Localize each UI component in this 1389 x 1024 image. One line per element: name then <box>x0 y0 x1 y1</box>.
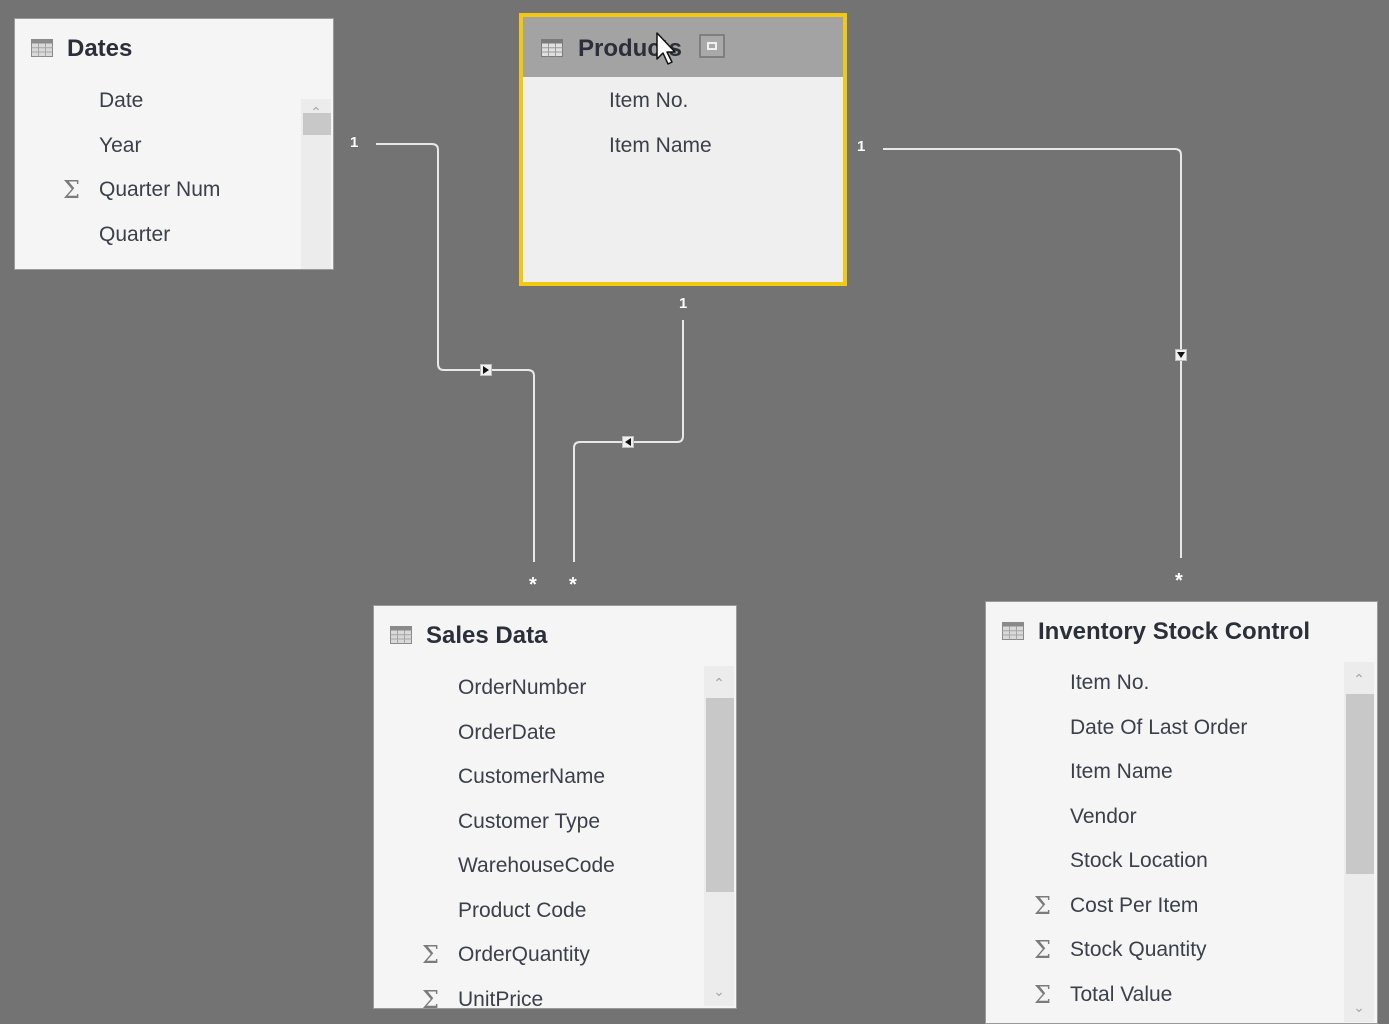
cardinality-many-inventory: * <box>1175 570 1183 592</box>
field-row[interactable]: Item No. <box>986 663 1377 708</box>
sigma-icon: Σ <box>1034 936 1051 964</box>
table-card-products[interactable]: Products Item No. Item Name <box>519 13 847 286</box>
field-row[interactable]: OrderNumber <box>374 668 736 713</box>
table-header[interactable]: Dates <box>15 19 333 79</box>
arrow-down-icon <box>1177 352 1185 358</box>
field-name: Vendor <box>1070 804 1137 828</box>
field-name: OrderDate <box>458 720 557 744</box>
sigma-icon: Σ <box>422 985 439 1009</box>
table-icon <box>31 39 53 57</box>
field-name: Item No. <box>609 89 689 112</box>
scrollbar-thumb[interactable] <box>303 113 331 135</box>
field-name: Item Name <box>1070 760 1173 783</box>
field-row[interactable]: CustomerName <box>374 757 736 802</box>
cardinality-one-products-sales: 1 <box>679 295 688 312</box>
field-row[interactable]: Item No. <box>523 81 843 126</box>
field-name: Customer Type <box>458 809 601 833</box>
filter-direction-marker-dates-sales[interactable] <box>480 364 492 376</box>
table-card-dates[interactable]: Dates Date Year Σ Quarter Num Quarter ⌃ ⌄ <box>14 18 334 270</box>
sigma-icon: Σ <box>63 176 80 204</box>
filter-direction-marker-products-inventory[interactable] <box>1175 349 1187 361</box>
field-name: Cost Per Item <box>1070 893 1199 917</box>
chevron-down-icon[interactable]: ⌄ <box>301 259 331 269</box>
table-card-inventory-stock-control[interactable]: Inventory Stock Control Item No. Date Of… <box>985 601 1378 1024</box>
field-name: Item Name <box>609 133 712 157</box>
field-row[interactable]: Σ Stock Quantity <box>986 930 1377 975</box>
sigma-icon: Σ <box>1034 891 1051 920</box>
field-name: Date <box>99 89 144 112</box>
field-row[interactable]: OrderDate <box>374 713 736 758</box>
field-name: Stock Quantity <box>1070 938 1207 961</box>
field-list: Date Year Σ Quarter Num Quarter <box>15 81 333 259</box>
relationship-line-dates-sales <box>376 143 535 562</box>
filter-direction-marker-products-sales[interactable] <box>622 436 634 448</box>
table-title: Inventory Stock Control <box>1038 618 1311 645</box>
field-name: Total Value <box>1070 982 1173 1006</box>
field-name: Quarter Num <box>99 178 221 201</box>
field-row[interactable]: Date Of Last Order <box>986 708 1377 753</box>
field-name: Item No. <box>1070 671 1150 694</box>
field-row[interactable]: Customer Type <box>374 802 736 847</box>
scrollbar[interactable]: ⌃ ⌄ <box>704 666 734 1006</box>
field-row[interactable]: Date <box>15 81 333 126</box>
field-row[interactable]: Σ Quarter Num <box>15 170 333 215</box>
field-row[interactable]: Σ Cost Per Item <box>986 886 1377 931</box>
field-name: OrderQuantity <box>458 943 590 966</box>
field-name: UnitPrice <box>458 987 544 1009</box>
field-name: Year <box>99 133 142 157</box>
field-row[interactable]: Σ OrderQuantity <box>374 935 736 980</box>
cardinality-one-products-inventory: 1 <box>857 138 866 155</box>
table-header[interactable]: Inventory Stock Control <box>986 602 1377 662</box>
relationship-line-products-inventory <box>883 148 1182 558</box>
scrollbar[interactable]: ⌃ ⌄ <box>1344 662 1374 1022</box>
table-header[interactable]: Products <box>523 17 843 77</box>
field-row[interactable]: Item Name <box>523 126 843 171</box>
field-row[interactable]: Product Code <box>374 891 736 936</box>
sigma-icon: Σ <box>422 941 439 969</box>
field-list: Item No. Item Name <box>523 81 843 170</box>
field-row[interactable]: Quarter <box>15 215 333 260</box>
scrollbar-thumb[interactable] <box>706 698 734 892</box>
field-row[interactable]: Year <box>15 126 333 171</box>
cardinality-many-sales-products: * <box>569 574 577 596</box>
focus-mode-button[interactable] <box>699 34 725 58</box>
chevron-down-icon[interactable]: ⌄ <box>704 980 734 1002</box>
table-icon <box>390 626 412 644</box>
field-row[interactable]: Σ Total Value <box>986 975 1377 1020</box>
field-name: OrderNumber <box>458 676 587 699</box>
field-name: Product Code <box>458 898 587 922</box>
field-row[interactable]: Vendor <box>986 797 1377 842</box>
field-name: Date Of Last Order <box>1070 715 1248 739</box>
chevron-down-icon[interactable]: ⌄ <box>1344 996 1374 1018</box>
field-list: Item No. Date Of Last Order Item Name Ve… <box>986 663 1377 1019</box>
table-icon <box>541 39 563 57</box>
field-name: WarehouseCode <box>458 854 615 877</box>
scrollbar[interactable]: ⌃ ⌄ <box>301 99 331 269</box>
mouse-pointer-icon <box>656 32 676 65</box>
field-row[interactable]: WarehouseCode <box>374 846 736 891</box>
field-row[interactable]: Item Name <box>986 752 1377 797</box>
field-row[interactable]: Stock Location <box>986 841 1377 886</box>
table-icon <box>1002 622 1024 640</box>
table-title: Dates <box>67 35 133 62</box>
chevron-up-icon[interactable]: ⌃ <box>704 672 734 694</box>
table-title: Sales Data <box>426 622 548 649</box>
cardinality-many-sales-dates: * <box>529 574 537 596</box>
field-name: Stock Location <box>1070 849 1208 872</box>
table-header[interactable]: Sales Data <box>374 606 736 666</box>
field-name: Quarter <box>99 222 171 246</box>
field-name: CustomerName <box>458 765 606 788</box>
arrow-right-icon <box>483 366 489 374</box>
table-card-sales-data[interactable]: Sales Data OrderNumber OrderDate Custome… <box>373 605 737 1009</box>
scrollbar-thumb[interactable] <box>1346 694 1374 874</box>
chevron-up-icon[interactable]: ⌃ <box>1344 668 1374 690</box>
sigma-icon: Σ <box>1034 980 1051 1009</box>
model-diagram-canvas[interactable]: 1 1 1 * * * Dates Date Year Σ Quarter Num… <box>0 0 1389 1024</box>
cardinality-one-dates: 1 <box>350 134 359 151</box>
arrow-left-icon <box>625 438 631 446</box>
field-list: OrderNumber OrderDate CustomerName Custo… <box>374 668 736 1009</box>
field-row[interactable]: Σ UnitPrice <box>374 980 736 1009</box>
